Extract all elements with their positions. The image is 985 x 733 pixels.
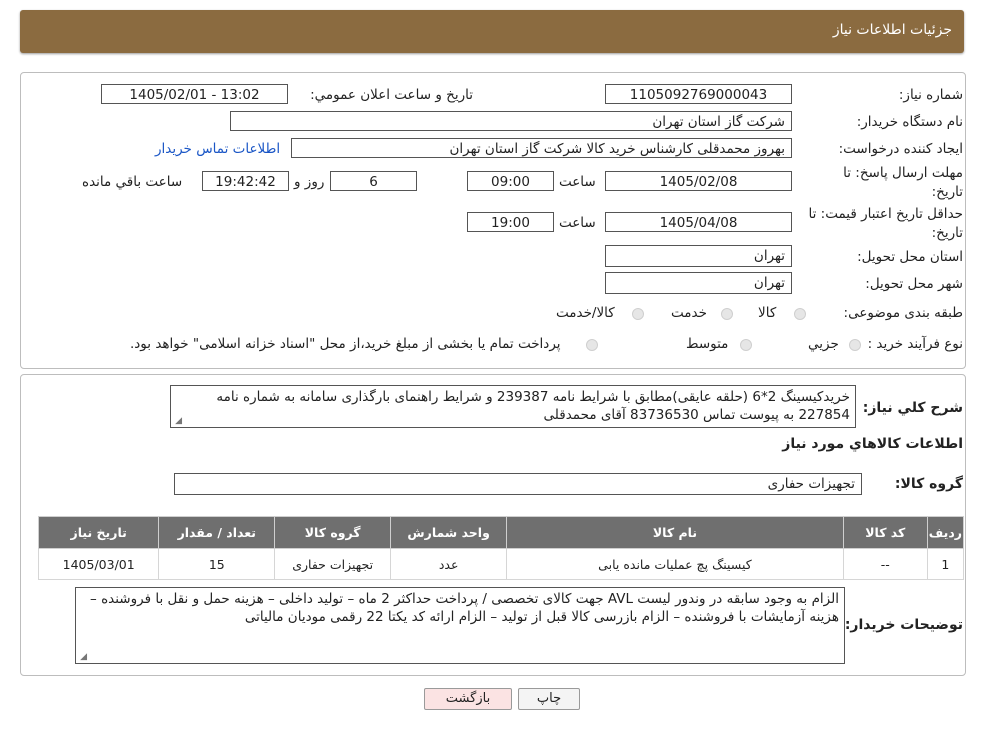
province-field: تهران [605, 245, 792, 267]
print-button[interactable]: چاپ [518, 688, 580, 710]
buyer-notes-text: الزام به وجود سابقه در وندور لیست AVL جه… [90, 591, 839, 625]
col-header-group: گروه کالا [274, 516, 392, 549]
treasury-note: پرداخت تمام يا بخشی از مبلغ خريد،از محل … [130, 336, 561, 352]
validity-label: حداقل تاريخ اعتبار قيمت: تا [808, 206, 963, 222]
summary-label: شرح کلي نياز: [862, 400, 963, 416]
process-minor-label: جزيي [808, 336, 839, 352]
deadline-time-label: ساعت [559, 174, 596, 190]
process-type-label: نوع فرآيند خريد : [867, 336, 963, 352]
col-header-unit: واحد شمارش [390, 516, 508, 549]
cell-code: -- [842, 548, 928, 580]
province-label: استان محل تحويل: [857, 249, 963, 265]
cell-need-date: 1405/03/01 [37, 548, 160, 580]
cell-quantity: 15 [158, 548, 276, 580]
cell-name: کیسینگ پچ عملیات مانده یابی [506, 548, 844, 580]
goods-table: رديف کد کالا نام کالا واحد شمارش گروه کا… [37, 516, 965, 580]
category-goods-radio[interactable] [794, 308, 806, 320]
page-title: جزئیات اطلاعات نیاز [832, 22, 952, 38]
col-header-row-number: رديف [926, 516, 965, 549]
summary-text: خریدکیسینگ 2*6 (حلقه عایقی)مطابق با شرای… [216, 389, 850, 423]
category-goods-label: کالا [758, 305, 777, 321]
goods-group-field: تجهيزات حفاری [174, 473, 862, 495]
announce-date-field: 1405/02/01 - 13:02 [101, 84, 288, 104]
requester-label: ايجاد کننده درخواست: [838, 141, 963, 157]
city-label: شهر محل تحويل: [865, 276, 963, 292]
col-header-quantity: تعداد / مقدار [158, 516, 276, 549]
buyer-contact-link[interactable]: اطلاعات تماس خريدار [155, 141, 280, 157]
category-service-label: خدمت [671, 305, 707, 321]
category-goods-service-radio[interactable] [632, 308, 644, 320]
days-label: روز و [294, 174, 325, 190]
requester-field: بهروز محمدقلی کارشناس خرید کالا شرکت گاز… [291, 138, 792, 158]
table-header-row: رديف کد کالا نام کالا واحد شمارش گروه کا… [37, 516, 965, 549]
cell-row-number: 1 [926, 548, 965, 580]
summary-textarea: خریدکیسینگ 2*6 (حلقه عایقی)مطابق با شرای… [170, 385, 856, 428]
category-service-radio[interactable] [721, 308, 733, 320]
buyer-notes-textarea: الزام به وجود سابقه در وندور لیست AVL جه… [75, 587, 845, 664]
need-number-field: 1105092769000043 [605, 84, 792, 104]
deadline-time-field: 09:00 [467, 171, 554, 191]
buyer-notes-label: توضيحات خريدار: [844, 617, 963, 633]
col-header-need-date: تاريخ نياز [37, 516, 160, 549]
process-minor-radio[interactable] [849, 339, 861, 351]
resize-handle-icon[interactable]: ◢ [79, 653, 87, 662]
remaining-label: ساعت باقي مانده [82, 174, 183, 190]
back-button[interactable]: بازگشت [424, 688, 512, 710]
validity-time-field: 19:00 [467, 212, 554, 232]
resize-handle-icon[interactable]: ◢ [174, 417, 182, 426]
buyer-org-field: شرکت گاز استان تهران [230, 111, 792, 131]
validity-time-label: ساعت [559, 215, 596, 231]
validity-date-field: 1405/04/08 [605, 212, 792, 232]
page-header: جزئیات اطلاعات نیاز [20, 10, 964, 53]
treasury-checkbox[interactable] [586, 339, 598, 351]
remaining-days-field: 6 [330, 171, 417, 191]
deadline-date-field: 1405/02/08 [605, 171, 792, 191]
cell-unit: عدد [390, 548, 508, 580]
process-medium-radio[interactable] [740, 339, 752, 351]
col-header-code: کد کالا [842, 516, 928, 549]
table-row: 1 -- کیسینگ پچ عملیات مانده یابی عدد تجه… [37, 548, 965, 580]
need-number-label: شماره نیاز: [898, 87, 963, 103]
deadline-label-date: تاريخ: [931, 184, 963, 200]
category-label: طبقه بندی موضوعی: [843, 305, 963, 321]
remaining-time-field: 19:42:42 [202, 171, 289, 191]
deadline-label: مهلت ارسال پاسخ: تا [843, 165, 963, 181]
city-field: تهران [605, 272, 792, 294]
announce-date-label: تاریخ و ساعت اعلان عمومي: [310, 87, 473, 103]
goods-info-title: اطلاعات کالاهاي مورد نياز [782, 436, 963, 452]
category-goods-service-label: کالا/خدمت [556, 305, 615, 321]
buyer-org-label: نام دستگاه خريدار: [856, 114, 963, 130]
cell-group: تجهيزات حفاری [274, 548, 392, 580]
validity-label-date: تاريخ: [931, 225, 963, 241]
goods-table-wrapper: رديف کد کالا نام کالا واحد شمارش گروه کا… [37, 516, 965, 580]
process-medium-label: متوسط [686, 336, 729, 352]
goods-group-label: گروه کالا: [894, 476, 963, 492]
col-header-name: نام کالا [506, 516, 844, 549]
